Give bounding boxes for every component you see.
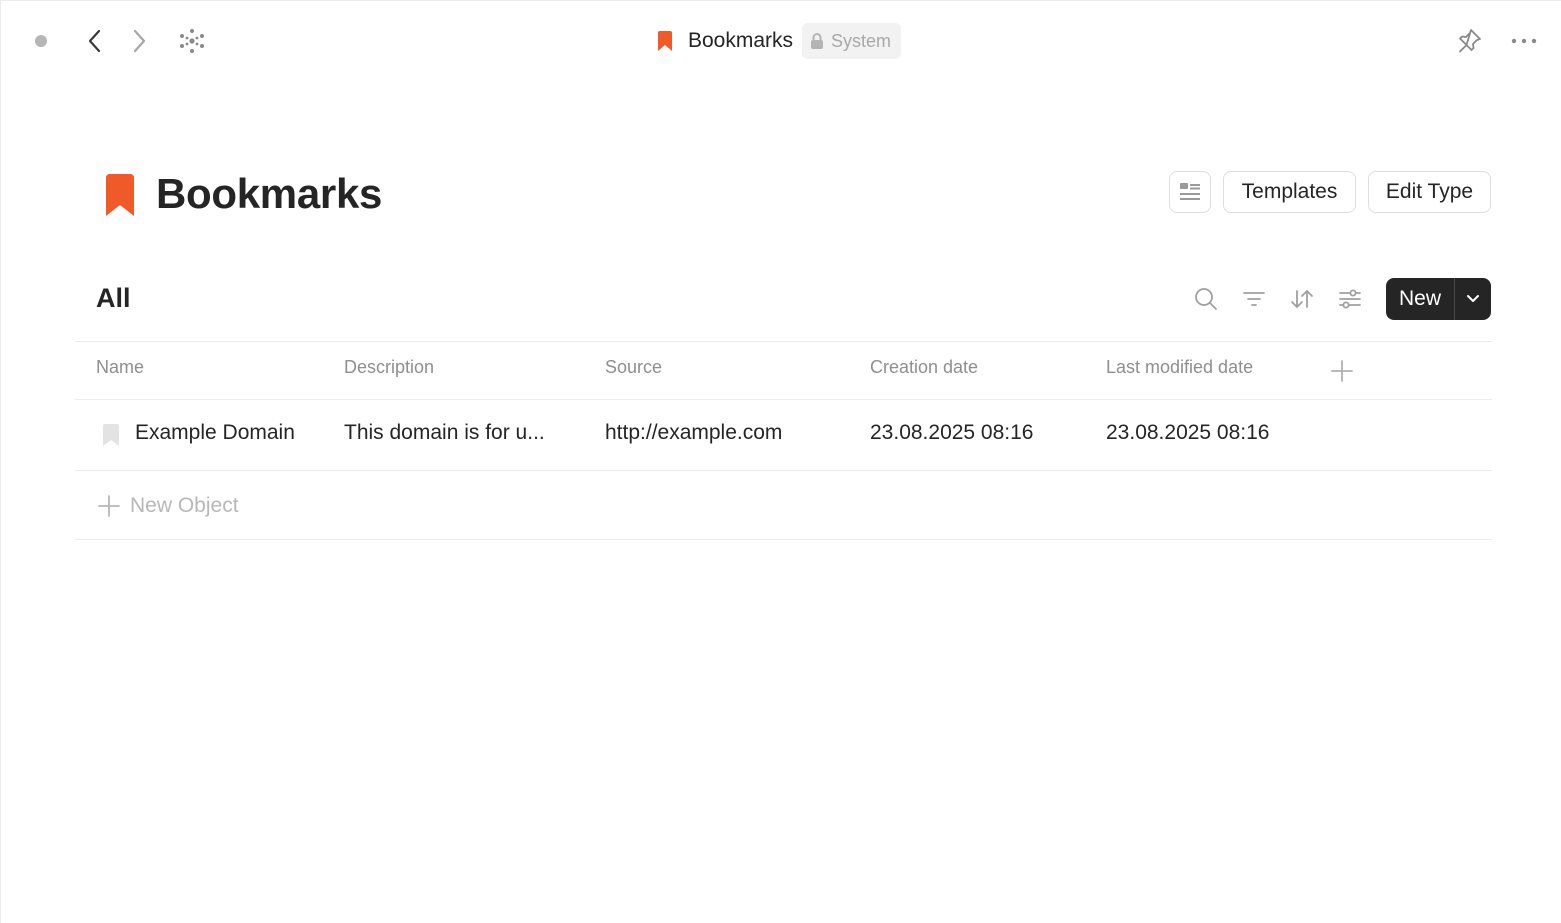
column-header-last-modified-date[interactable]: Last modified date	[1106, 357, 1253, 378]
new-button-group: New	[1386, 278, 1491, 320]
top-bar: Bookmarks System	[1, 1, 1561, 81]
status-indicator[interactable]	[31, 31, 51, 51]
more-button[interactable]	[1507, 25, 1541, 57]
new-object-label: New Object	[130, 494, 239, 517]
column-header-creation-date[interactable]: Creation date	[870, 357, 978, 378]
chevron-down-icon	[1467, 295, 1479, 302]
pin-icon	[1459, 29, 1481, 53]
new-button[interactable]: New	[1386, 278, 1454, 320]
filter-button[interactable]	[1237, 282, 1271, 316]
cell-description[interactable]: This domain is for u...	[344, 421, 545, 445]
new-dropdown-button[interactable]	[1455, 278, 1491, 320]
breadcrumb-title: Bookmarks	[688, 29, 794, 52]
page-title: Bookmarks	[156, 170, 383, 217]
chevron-left-icon	[88, 29, 101, 53]
bookmark-icon	[102, 423, 120, 447]
plus-icon	[1331, 360, 1353, 382]
system-badge: System	[802, 23, 902, 59]
breadcrumb[interactable]: Bookmarks System	[656, 23, 902, 59]
pin-button[interactable]	[1453, 25, 1485, 57]
more-icon	[1511, 38, 1537, 44]
layout-button[interactable]	[1169, 171, 1211, 213]
divider	[75, 539, 1492, 540]
chevron-right-icon	[133, 29, 146, 53]
cell-source[interactable]: http://example.com	[605, 421, 782, 445]
graph-icon	[180, 29, 204, 53]
search-icon	[1195, 288, 1217, 310]
settings-icon	[1339, 289, 1361, 309]
back-button[interactable]	[81, 25, 109, 57]
cell-last-modified-date[interactable]: 23.08.2025 08:16	[1106, 421, 1270, 445]
templates-button[interactable]: Templates	[1223, 171, 1356, 213]
status-dot-icon	[35, 35, 47, 47]
column-header-source[interactable]: Source	[605, 357, 662, 378]
divider	[75, 341, 1492, 342]
app-window: Bookmarks System Bookmarks Templates Edi…	[0, 0, 1561, 923]
search-button[interactable]	[1189, 282, 1223, 316]
sort-button[interactable]	[1285, 282, 1319, 316]
add-column-button[interactable]	[1329, 358, 1355, 384]
bookmark-icon	[656, 30, 674, 52]
cell-name[interactable]: Example Domain	[135, 421, 295, 445]
filter-icon	[1243, 292, 1265, 306]
cell-creation-date[interactable]: 23.08.2025 08:16	[870, 421, 1034, 445]
divider	[75, 399, 1492, 400]
type-bookmark-icon[interactable]	[104, 173, 136, 217]
divider	[75, 470, 1492, 471]
forward-button[interactable]	[125, 25, 153, 57]
lock-icon	[810, 32, 824, 50]
new-object-button[interactable]: New Object	[97, 491, 239, 521]
system-badge-label: System	[831, 30, 892, 51]
view-tab-all[interactable]: All	[96, 281, 131, 315]
layout-icon	[1180, 183, 1200, 200]
plus-icon	[97, 494, 121, 518]
column-header-name[interactable]: Name	[96, 357, 144, 378]
view-settings-button[interactable]	[1333, 282, 1367, 316]
column-header-description[interactable]: Description	[344, 357, 434, 378]
sort-icon	[1291, 290, 1313, 308]
edit-type-button[interactable]: Edit Type	[1368, 171, 1491, 213]
graph-button[interactable]	[176, 25, 208, 57]
